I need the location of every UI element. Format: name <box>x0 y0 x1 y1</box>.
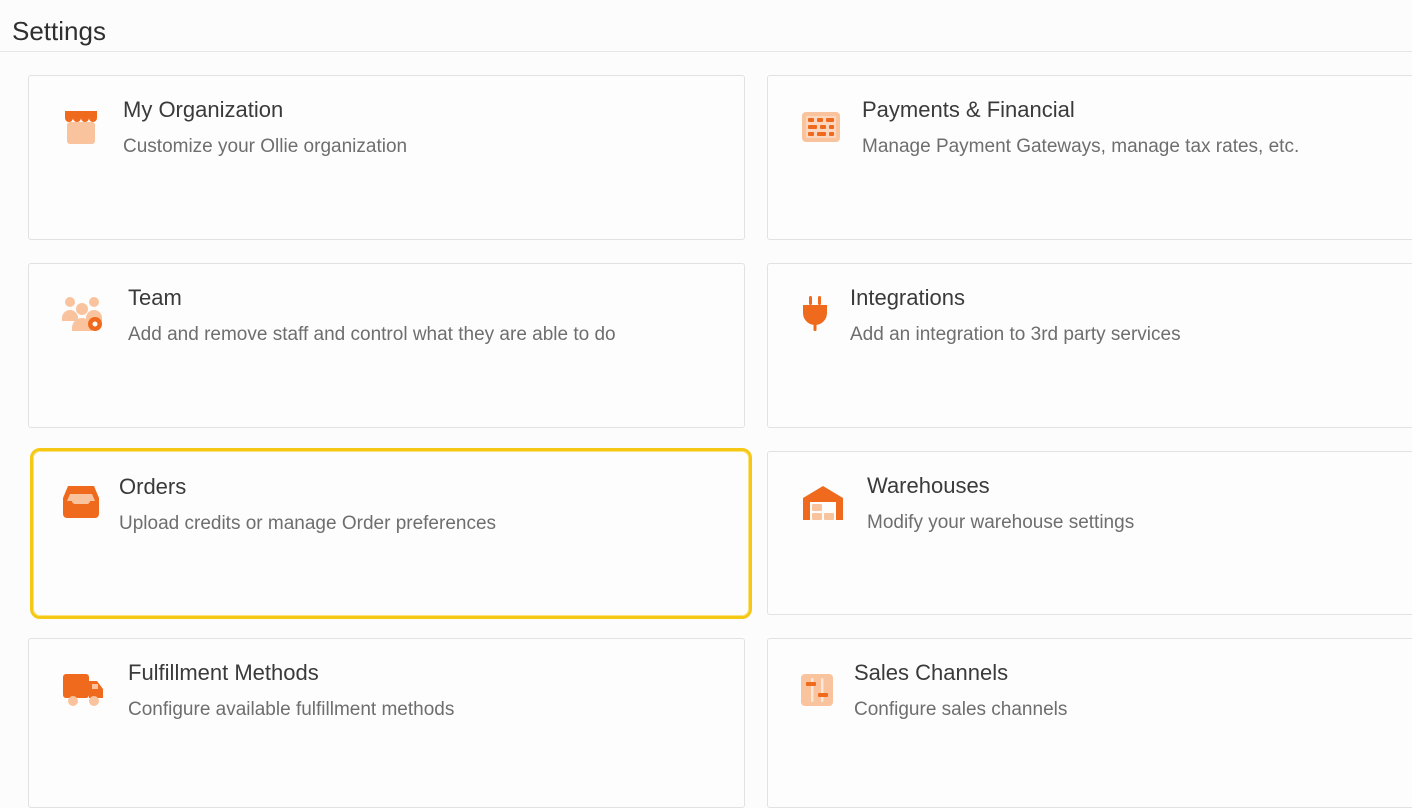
settings-card-orders[interactable]: Orders Upload credits or manage Order pr… <box>30 448 752 619</box>
storefront-icon <box>60 104 104 148</box>
delivery-truck-icon <box>61 668 105 712</box>
card-title: My Organization <box>123 97 284 122</box>
settings-card-payments-financial[interactable]: Payments & Financial Manage Payment Gate… <box>767 75 1412 240</box>
card-title: Sales Channels <box>854 660 1009 685</box>
card-description: Modify your warehouse settings <box>867 512 1135 533</box>
card-description: Manage Payment Gateways, manage tax rate… <box>862 136 1300 157</box>
warehouse-icon <box>801 482 845 526</box>
card-description: Add an integration to 3rd party services <box>850 324 1181 345</box>
settings-card-fulfillment-methods[interactable]: Fulfillment Methods Configure available … <box>28 638 745 808</box>
inbox-tray-icon <box>59 480 103 524</box>
card-title: Payments & Financial <box>862 97 1075 122</box>
settings-card-team[interactable]: Team Add and remove staff and control wh… <box>28 263 745 428</box>
card-description: Configure available fulfillment methods <box>128 699 455 720</box>
card-title: Fulfillment Methods <box>128 660 319 685</box>
page-title: Settings <box>12 16 106 46</box>
settings-card-integrations[interactable]: Integrations Add an integration to 3rd p… <box>767 263 1412 428</box>
card-description: Configure sales channels <box>854 699 1068 720</box>
settings-card-sales-channels[interactable]: Sales Channels Configure sales channels <box>767 638 1412 808</box>
card-description: Upload credits or manage Order preferenc… <box>119 513 497 534</box>
team-settings-icon <box>60 292 104 336</box>
card-description: Customize your Ollie organization <box>123 136 408 157</box>
page-header: Settings <box>0 0 1412 52</box>
card-title: Team <box>128 285 182 310</box>
settings-card-my-organization[interactable]: My Organization Customize your Ollie org… <box>28 75 745 240</box>
card-title: Integrations <box>850 285 965 310</box>
settings-card-warehouses[interactable]: Warehouses Modify your warehouse setting… <box>767 451 1412 615</box>
card-title: Orders <box>119 474 187 499</box>
plug-icon <box>793 292 837 336</box>
card-title: Warehouses <box>867 473 990 498</box>
abacus-icon <box>800 106 844 150</box>
card-description: Add and remove staff and control what th… <box>128 324 616 345</box>
sliders-icon <box>795 668 839 712</box>
